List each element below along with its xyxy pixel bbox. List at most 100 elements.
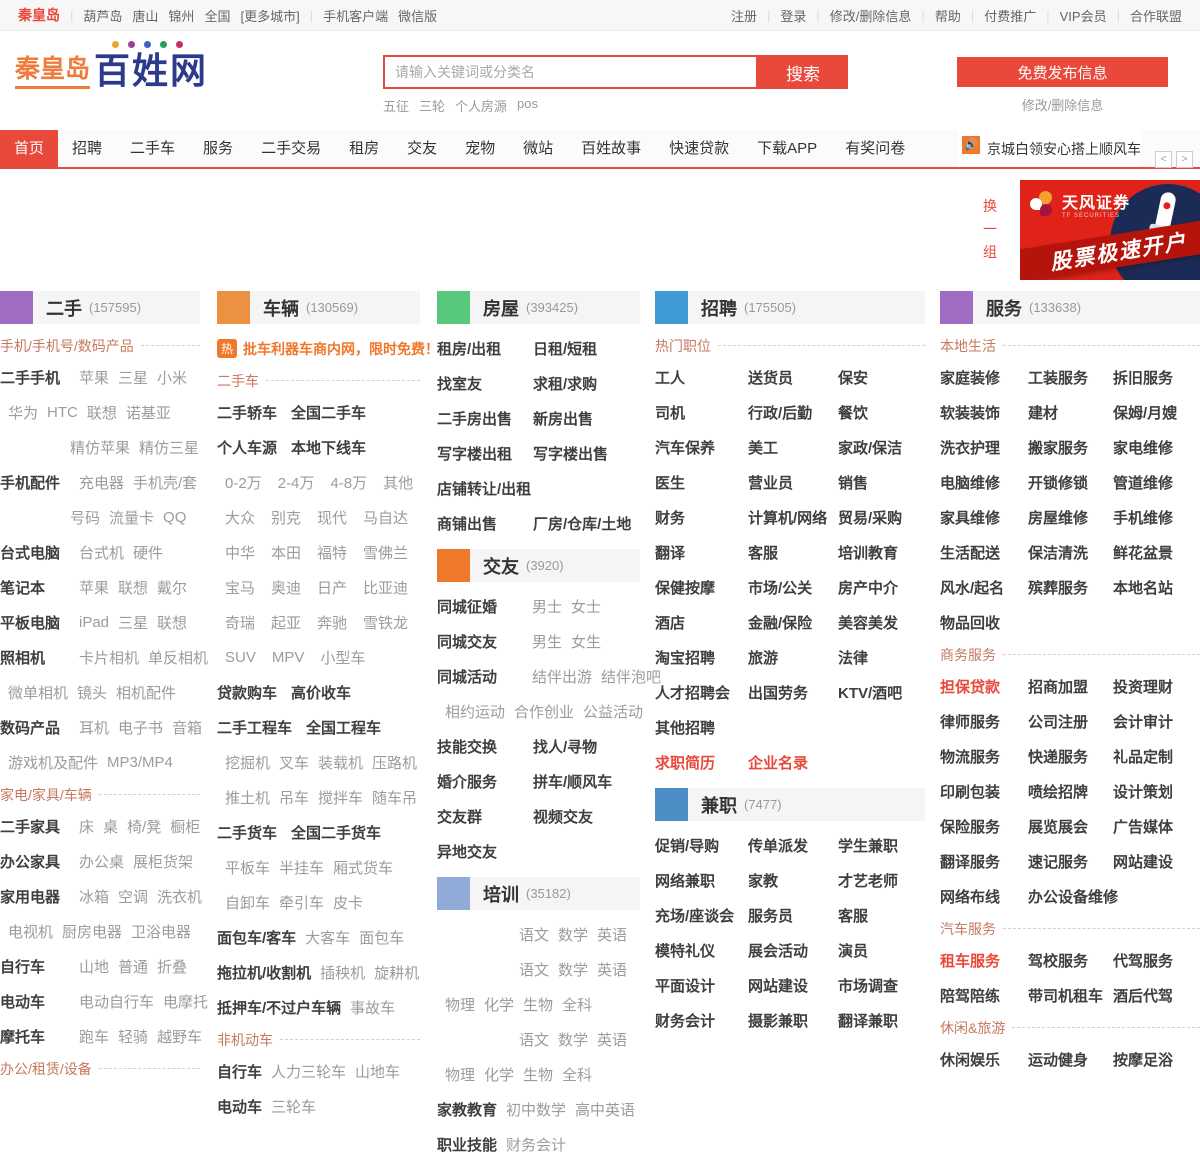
sub-link[interactable]: 牵引车	[279, 892, 324, 913]
category-link[interactable]: 医生	[655, 472, 748, 493]
sub-link[interactable]: 洗衣机	[157, 886, 202, 907]
sub-link[interactable]: 二手工程车	[217, 717, 292, 738]
category-link[interactable]: 计算机/网络	[748, 507, 838, 528]
category-link[interactable]: 软装装饰	[940, 402, 1028, 423]
sub-link[interactable]: 比亚迪	[363, 577, 408, 598]
sub-link[interactable]: 硬件	[133, 542, 163, 563]
topbar-link[interactable]: 登录	[780, 6, 806, 25]
sub-link[interactable]: 诺基亚	[126, 402, 171, 423]
sub-link[interactable]: 数学	[558, 1029, 588, 1050]
sub-link[interactable]: 奇瑞	[225, 612, 255, 633]
sub-link[interactable]: 语文	[519, 959, 549, 980]
sub-link[interactable]: SUV	[225, 649, 256, 666]
sub-link[interactable]: 面包车	[359, 927, 404, 948]
category-link[interactable]: 物流服务	[940, 746, 1028, 767]
sub-link[interactable]: 雪佛兰	[363, 542, 408, 563]
sub-link[interactable]: 华为	[8, 402, 38, 423]
category-link[interactable]: 视频交友	[533, 806, 640, 827]
category-link[interactable]: 摩托车	[0, 1026, 70, 1047]
hot-word-link[interactable]: pos	[517, 96, 538, 115]
category-link[interactable]: 笔记本	[0, 577, 70, 598]
category-link[interactable]: 管道维修	[1113, 472, 1200, 493]
category-link[interactable]: 营业员	[748, 472, 838, 493]
sub-link[interactable]: 奔驰	[317, 612, 347, 633]
nav-item-6[interactable]: 交友	[393, 130, 451, 167]
category-link[interactable]: 台式电脑	[0, 542, 70, 563]
category-link[interactable]: 司机	[655, 402, 748, 423]
search-button[interactable]: 搜索	[758, 55, 848, 89]
sub-link[interactable]: 男士	[532, 596, 562, 617]
sub-link[interactable]: 本地下线车	[291, 437, 366, 458]
category-link[interactable]: 商铺出售	[437, 513, 533, 534]
category-link[interactable]: 翻译服务	[940, 851, 1028, 872]
sub-link[interactable]: 压路机	[372, 752, 417, 773]
category-link[interactable]: 美工	[748, 437, 838, 458]
category-header-jiaoyou[interactable]: 交友 (3920)	[437, 549, 640, 582]
category-link[interactable]: 搬家服务	[1028, 437, 1113, 458]
sub-link[interactable]: 物理	[445, 994, 475, 1015]
nav-item-7[interactable]: 宠物	[451, 130, 509, 167]
site-logo[interactable]: 秦皇岛 百姓网	[15, 41, 208, 89]
category-header-ershou[interactable]: 二手 (157595)	[0, 291, 200, 324]
hot-promo-link[interactable]: 批车利器车商内网，限时免费！	[243, 339, 439, 359]
category-link[interactable]: 服务员	[748, 905, 838, 926]
category-link[interactable]: 代驾服务	[1113, 950, 1200, 971]
category-link[interactable]: 电脑维修	[940, 472, 1028, 493]
category-link[interactable]: 家庭装修	[940, 367, 1028, 388]
sub-link[interactable]: 0-2万	[225, 472, 262, 493]
sub-link[interactable]: 推土机	[225, 787, 270, 808]
category-link[interactable]: 面包车/客车	[217, 927, 296, 948]
sub-link[interactable]: 其他	[383, 472, 413, 493]
category-link[interactable]: 休闲娱乐	[940, 1049, 1028, 1070]
category-link[interactable]: 二手家具	[0, 816, 70, 837]
sub-link[interactable]: 全科	[562, 1064, 592, 1085]
category-link[interactable]: 抵押车/不过户车辆	[217, 997, 341, 1018]
category-link[interactable]: 送货员	[748, 367, 838, 388]
category-header-fuwu[interactable]: 服务 (133638)	[940, 291, 1200, 324]
category-link[interactable]: 网站建设	[748, 975, 838, 996]
category-link[interactable]: 电动车	[0, 991, 70, 1012]
nav-item-0[interactable]: 首页	[0, 130, 59, 167]
category-link[interactable]: 网络布线	[940, 886, 1028, 907]
sub-link[interactable]: 全国二手货车	[291, 822, 381, 843]
category-link[interactable]: 工装服务	[1028, 367, 1113, 388]
ad-banner[interactable]: 天风证券 TF SECURITIES 股票极速开户	[1020, 180, 1200, 280]
category-link[interactable]: 财务会计	[655, 1010, 748, 1031]
category-link[interactable]: 财务	[655, 507, 748, 528]
sub-link[interactable]: 英语	[597, 924, 627, 945]
category-link[interactable]: 企业名录	[748, 752, 838, 773]
category-link[interactable]: 酒后代驾	[1113, 985, 1200, 1006]
sub-link[interactable]: 事故车	[350, 997, 395, 1018]
sub-link[interactable]: 床	[79, 816, 94, 837]
hot-word-link[interactable]: 个人房源	[455, 96, 507, 115]
sub-link[interactable]: 号码	[70, 507, 100, 528]
topbar-link[interactable]: 修改/删除信息	[830, 6, 912, 25]
category-link[interactable]: 广告媒体	[1113, 816, 1200, 837]
nav-item-5[interactable]: 租房	[335, 130, 393, 167]
category-link[interactable]: 保安	[838, 367, 925, 388]
category-link[interactable]: 找人/寻物	[533, 736, 640, 757]
sub-link[interactable]: 展柜货架	[133, 851, 193, 872]
topbar-link[interactable]: VIP会员	[1060, 6, 1107, 25]
sub-link[interactable]: 现代	[317, 507, 347, 528]
topbar-link[interactable]: 合作联盟	[1130, 6, 1182, 25]
category-link[interactable]: 保姆/月嫂	[1113, 402, 1200, 423]
sub-link[interactable]: iPad	[79, 614, 109, 631]
category-link[interactable]: 传单派发	[748, 835, 838, 856]
category-link[interactable]: 手机维修	[1113, 507, 1200, 528]
topbar-link[interactable]: 付费推广	[984, 6, 1036, 25]
sub-link[interactable]: 联想	[87, 402, 117, 423]
category-link[interactable]: 自行车	[0, 956, 70, 977]
category-link[interactable]: 拆旧服务	[1113, 367, 1200, 388]
category-link[interactable]: 保健按摩	[655, 577, 748, 598]
sub-link[interactable]: 卫浴电器	[131, 921, 191, 942]
sub-link[interactable]: 马自达	[363, 507, 408, 528]
category-link[interactable]: 求职简历	[655, 752, 748, 773]
sub-link[interactable]: 全国工程车	[306, 717, 381, 738]
sub-link[interactable]: 男生	[532, 631, 562, 652]
category-link[interactable]: 数码产品	[0, 717, 70, 738]
sub-link[interactable]: 女士	[571, 596, 601, 617]
nav-item-1[interactable]: 招聘	[58, 130, 116, 167]
category-link[interactable]: 求租/求购	[533, 373, 640, 394]
sub-link[interactable]: 叉车	[279, 752, 309, 773]
